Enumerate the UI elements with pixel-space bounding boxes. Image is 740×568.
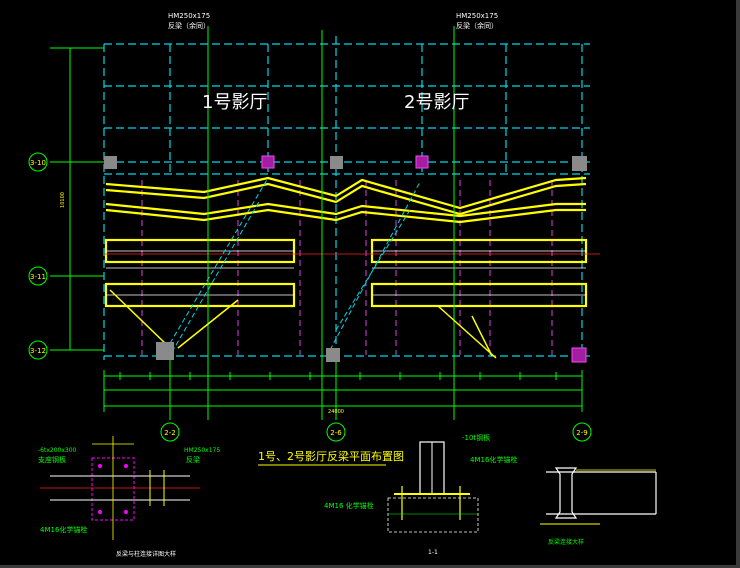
plan-title: 1号、2号影厅反梁平面布置图 [258,449,404,463]
dim-total: 24000 [328,409,344,415]
detail-mid-spec2: 4M16化学锚栓 [470,455,517,464]
detail-right-title: 反梁连接大样 [548,538,584,546]
window-edge-right [736,0,740,568]
detail-left-spec5: 4M16化学锚栓 [40,525,87,534]
detail-left-spec3: HM250x175 [184,447,220,454]
cad-drawing-canvas[interactable]: 3-10 3-11 3-12 2-2 2-6 2-9 24000 10100 1… [0,0,740,568]
axis-label-3-12: 3-12 [30,347,46,355]
detail-left-spec2: 支座钢板 [38,455,66,464]
detail-mid-spec1: -10t钢板 [462,433,490,442]
beam-spec-left: HM250x175 [168,12,210,20]
detail-mid-spec3: 4M16 化学锚栓 [324,501,374,510]
hall1-title: 1号影厅 [202,92,267,113]
beam-spec-right: HM250x175 [456,12,498,20]
axis-label-2-9: 2-9 [576,429,587,437]
detail-left-spec1: -6tx200x300 [38,447,77,454]
detail-left-title: 反梁与柱连接详图大样 [116,550,176,558]
axis-label-3-10: 3-10 [30,159,46,167]
axis-label-2-2: 2-2 [164,429,175,437]
dim-left-total: 10100 [60,192,66,208]
beam-spec-left-note: 反梁（余同） [168,21,210,30]
axis-label-3-11: 3-11 [30,273,46,281]
beam-spec-right-note: 反梁（余同） [456,21,498,30]
detail-left-spec4: 反梁 [186,455,200,464]
axis-label-2-6: 2-6 [330,429,342,437]
detail-mid-title: 1-1 [428,549,438,556]
hall2-title: 2号影厅 [404,92,469,113]
